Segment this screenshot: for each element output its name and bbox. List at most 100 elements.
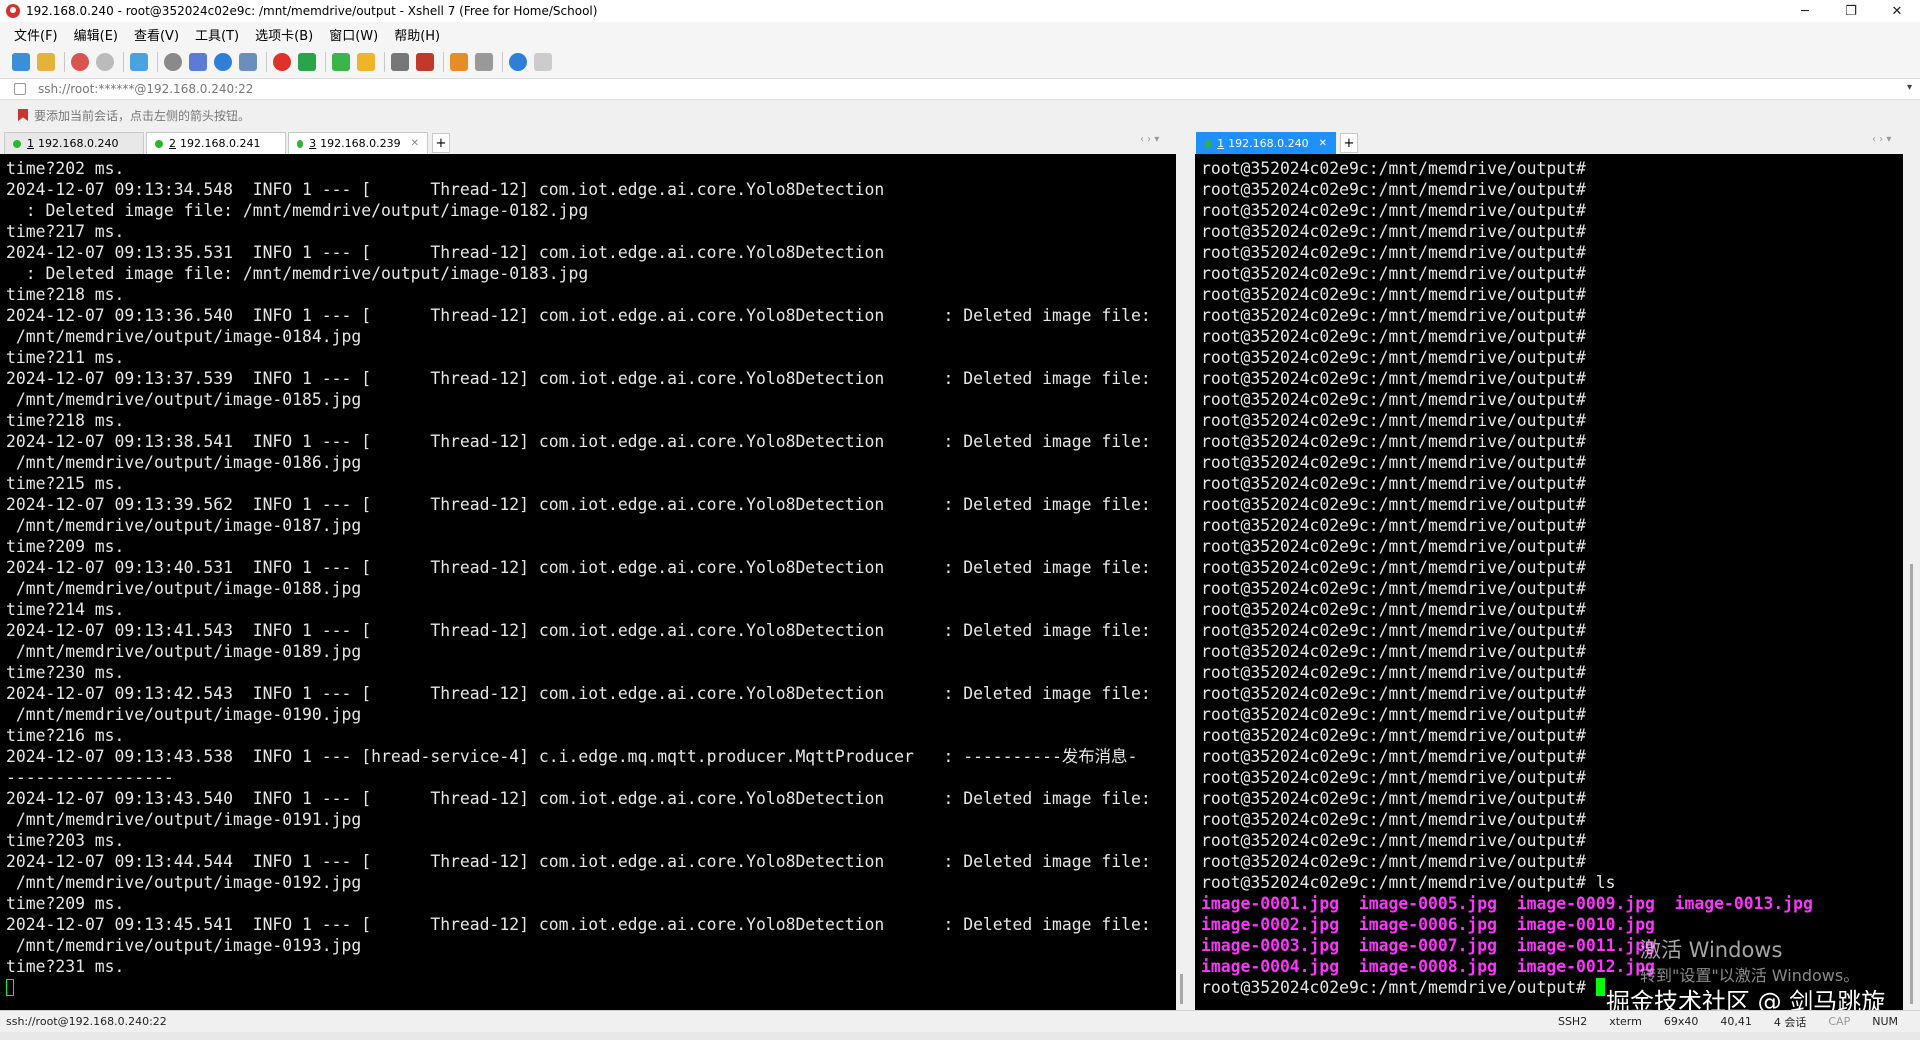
- menu-view[interactable]: 查看(V): [134, 25, 179, 44]
- lock-icon[interactable]: [357, 53, 375, 71]
- toolbar-separator: [123, 52, 124, 72]
- script-icon[interactable]: [298, 53, 316, 71]
- close-tab-icon[interactable]: ✕: [1319, 138, 1327, 149]
- xftp-icon[interactable]: [273, 53, 291, 71]
- compose-icon[interactable]: [416, 53, 434, 71]
- transfer-icon[interactable]: [450, 53, 468, 71]
- prompt-line: root@352024c02e9c:/mnt/memdrive/output#: [1201, 411, 1586, 430]
- tab-label: 192.168.0.240: [38, 137, 119, 150]
- address-text: ssh://root:******@192.168.0.240:22: [38, 82, 254, 96]
- left-scrollbar[interactable]: [1176, 154, 1187, 1010]
- prompt-line: root@352024c02e9c:/mnt/memdrive/output#: [1201, 621, 1586, 640]
- right-scrollbar[interactable]: [1903, 154, 1920, 1010]
- bookmark-icon[interactable]: [18, 109, 28, 121]
- fullscreen-icon[interactable]: [332, 53, 350, 71]
- terminal-line: time?215 ms.: [6, 474, 125, 493]
- terminal-line: 2024-12-07 09:13:45.541 INFO 1 --- [ Thr…: [6, 915, 1151, 934]
- address-bar[interactable]: ssh://root:******@192.168.0.240:22 ▾: [0, 78, 1920, 100]
- session-properties-icon[interactable]: [189, 53, 207, 71]
- status-sessions[interactable]: 4 会话: [1774, 1014, 1807, 1030]
- copy-icon[interactable]: [130, 53, 148, 71]
- hint-bar: 要添加当前会话，点击左侧的箭头按钮。: [0, 100, 1920, 130]
- font-icon[interactable]: [239, 53, 257, 71]
- toolbar-separator: [157, 52, 158, 72]
- globe-icon[interactable]: [214, 53, 232, 71]
- lock-icon: [14, 83, 26, 95]
- terminal-line: time?209 ms.: [6, 894, 125, 913]
- hint-text: 要添加当前会话，点击左侧的箭头按钮。: [34, 108, 251, 123]
- right-terminal[interactable]: root@352024c02e9c:/mnt/memdrive/output# …: [1195, 154, 1903, 1010]
- prompt-line: root@352024c02e9c:/mnt/memdrive/output#: [1201, 327, 1586, 346]
- menu-tools[interactable]: 工具(T): [195, 25, 239, 44]
- scroll-thumb[interactable]: [1910, 564, 1913, 1004]
- activate-windows-title: 激活 Windows: [1640, 938, 1783, 962]
- terminal-line: 2024-12-07 09:13:41.543 INFO 1 --- [ Thr…: [6, 621, 1151, 640]
- right-tab-nav-arrows[interactable]: ‹ › ▾: [1872, 134, 1891, 145]
- open-folder-icon[interactable]: [37, 53, 55, 71]
- terminal-line: /mnt/memdrive/output/image-0192.jpg: [15, 873, 362, 892]
- terminal-cursor: [6, 979, 14, 996]
- menu-help[interactable]: 帮助(H): [394, 25, 440, 44]
- menu-tabs[interactable]: 选项卡(B): [255, 25, 313, 44]
- prompt-line: root@352024c02e9c:/mnt/memdrive/output#: [1201, 579, 1586, 598]
- tab-session-3[interactable]: 3 192.168.0.239 ✕: [288, 132, 428, 154]
- close-button[interactable]: ✕: [1874, 0, 1920, 22]
- prompt-line: root@352024c02e9c:/mnt/memdrive/output#: [1201, 600, 1586, 619]
- window-title: 192.168.0.240 - root@352024c02e9c: /mnt/…: [26, 4, 598, 18]
- connected-status-icon: [297, 139, 304, 148]
- toolbar: [0, 46, 1920, 78]
- chat-icon[interactable]: [534, 53, 552, 71]
- terminal-line: 2024-12-07 09:13:34.548 INFO 1 --- [ Thr…: [6, 180, 885, 199]
- help-icon[interactable]: [509, 53, 527, 71]
- tab-session-2[interactable]: 2 192.168.0.241: [146, 132, 286, 154]
- scroll-thumb[interactable]: [1180, 974, 1183, 1004]
- connected-status-icon: [155, 139, 163, 148]
- prompt-line: root@352024c02e9c:/mnt/memdrive/output#: [1201, 663, 1586, 682]
- add-tab-button[interactable]: +: [1340, 133, 1358, 153]
- terminal-line: 2024-12-07 09:13:36.540 INFO 1 --- [ Thr…: [6, 306, 1151, 325]
- terminal-line: : Deleted image file: /mnt/memdrive/outp…: [25, 201, 589, 220]
- tab-label: 192.168.0.239: [320, 137, 401, 150]
- minimize-button[interactable]: ─: [1782, 0, 1828, 22]
- window-controls: ─ ❐ ✕: [1782, 0, 1920, 22]
- terminal-line: 2024-12-07 09:13:35.531 INFO 1 --- [ Thr…: [6, 243, 885, 262]
- disconnect-icon[interactable]: [96, 53, 114, 71]
- layout-icon[interactable]: [475, 53, 493, 71]
- pane-splitter[interactable]: [1187, 130, 1195, 1010]
- add-tab-button[interactable]: +: [432, 133, 450, 153]
- prompt-line: root@352024c02e9c:/mnt/memdrive/output#: [1201, 768, 1586, 787]
- prompt-line: root@352024c02e9c:/mnt/memdrive/output#: [1201, 453, 1586, 472]
- tab-session-1[interactable]: 1 192.168.0.240: [4, 132, 144, 154]
- prompt-line: root@352024c02e9c:/mnt/memdrive/output#: [1201, 285, 1586, 304]
- maximize-button[interactable]: ❐: [1828, 0, 1874, 22]
- menu-file[interactable]: 文件(F): [14, 25, 58, 44]
- connect-icon[interactable]: [71, 53, 89, 71]
- prompt-line: root@352024c02e9c:/mnt/memdrive/output#: [1201, 474, 1586, 493]
- left-terminal[interactable]: time?202 ms. 2024-12-07 09:13:34.548 INF…: [0, 154, 1176, 1010]
- terminal-line: 2024-12-07 09:13:42.543 INFO 1 --- [ Thr…: [6, 684, 1151, 703]
- status-protocol: SSH2: [1557, 1015, 1588, 1028]
- right-tab-row: 1 192.168.0.240 ✕ +: [1196, 130, 1358, 154]
- terminal-line: /mnt/memdrive/output/image-0185.jpg: [15, 390, 362, 409]
- terminal-cursor: [1595, 978, 1605, 996]
- terminal-line: /mnt/memdrive/output/image-0188.jpg: [15, 579, 362, 598]
- prompt-line: root@352024c02e9c:/mnt/memdrive/output#: [1201, 537, 1586, 556]
- keyboard-icon[interactable]: [391, 53, 409, 71]
- terminal-line: -----------------: [6, 768, 174, 787]
- terminal-line: time?202 ms.: [6, 159, 125, 178]
- terminal-line: 2024-12-07 09:13:38.541 INFO 1 --- [ Thr…: [6, 432, 1151, 451]
- prompt-line: root@352024c02e9c:/mnt/memdrive/output#: [1201, 705, 1586, 724]
- menu-window[interactable]: 窗口(W): [329, 25, 378, 44]
- tab-right-session-1[interactable]: 1 192.168.0.240 ✕: [1196, 132, 1336, 154]
- chevron-down-icon[interactable]: ▾: [1907, 82, 1912, 93]
- find-icon[interactable]: [164, 53, 182, 71]
- left-tab-nav-arrows[interactable]: ‹ › ▾: [1140, 134, 1159, 145]
- new-session-icon[interactable]: [12, 53, 30, 71]
- prompt-line: root@352024c02e9c:/mnt/memdrive/output#: [1201, 810, 1586, 829]
- terminal-line: 2024-12-07 09:13:40.531 INFO 1 --- [ Thr…: [6, 558, 1151, 577]
- title-bar: 192.168.0.240 - root@352024c02e9c: /mnt/…: [0, 0, 1920, 22]
- terminal-line: /mnt/memdrive/output/image-0191.jpg: [15, 810, 362, 829]
- menu-edit[interactable]: 编辑(E): [74, 25, 118, 44]
- close-tab-icon[interactable]: ✕: [411, 138, 419, 149]
- toolbar-separator: [502, 52, 503, 72]
